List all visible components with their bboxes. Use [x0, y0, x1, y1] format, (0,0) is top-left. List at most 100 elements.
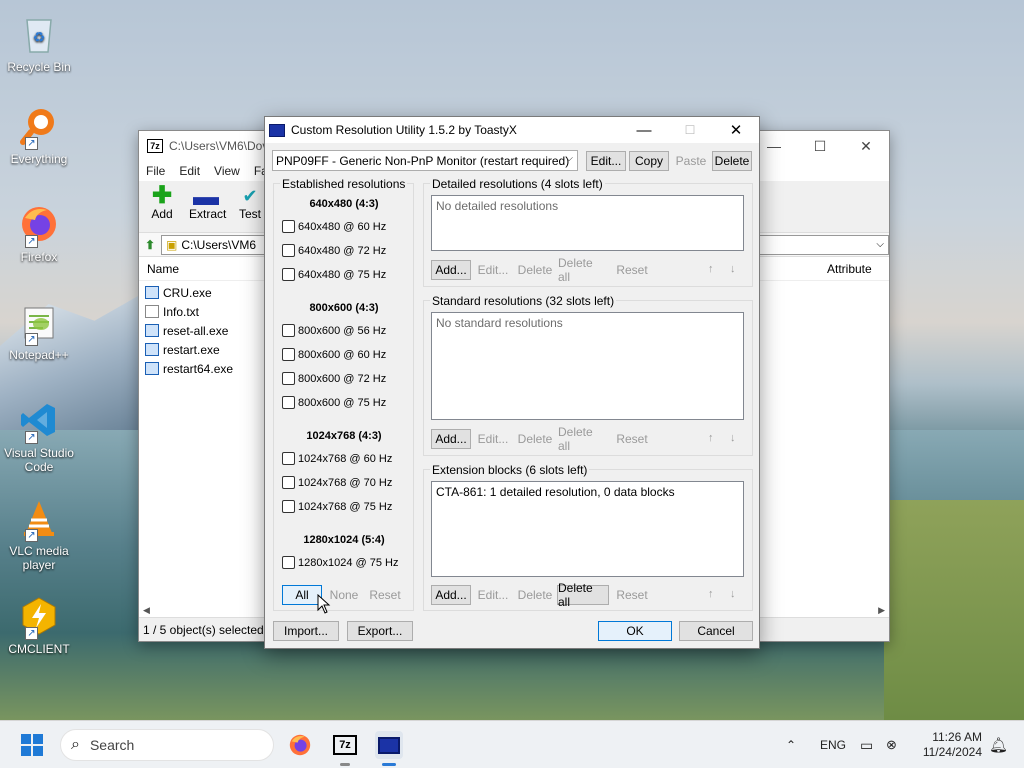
resolution-checkbox[interactable]: 800x600 @ 75 Hz — [282, 396, 386, 409]
monitor-select[interactable]: PNP09FF - Generic Non-PnP Monitor (resta… — [272, 150, 578, 171]
standard-delete-button[interactable]: Delete — [515, 429, 555, 449]
resolution-checkbox[interactable]: 800x600 @ 60 Hz — [282, 348, 386, 361]
close-icon[interactable]: ✕ — [713, 117, 759, 143]
scroll-left-icon[interactable]: ◀ — [143, 605, 150, 616]
detailed-delete-button[interactable]: Delete — [515, 260, 555, 280]
extension-reset-button[interactable]: Reset — [611, 585, 653, 605]
close-icon[interactable]: ✕ — [843, 131, 889, 161]
paste-button[interactable]: Paste — [671, 151, 711, 171]
menu-edit[interactable]: Edit — [179, 164, 200, 178]
taskbar-firefox[interactable] — [286, 731, 314, 759]
extension-move-down-icon[interactable]: ↓ — [730, 588, 736, 600]
folder-up-icon[interactable]: ⬆ — [139, 238, 161, 252]
checkbox-box[interactable] — [282, 372, 295, 385]
checkbox-box[interactable] — [282, 452, 295, 465]
menu-file[interactable]: File — [146, 164, 165, 178]
extract-button[interactable]: ▬ Extract — [189, 181, 227, 232]
detailed-edit-button[interactable]: Edit... — [473, 260, 513, 280]
checkbox-box[interactable] — [282, 348, 295, 361]
detailed-reset-button[interactable]: Reset — [611, 260, 653, 280]
import-button[interactable]: Import... — [273, 621, 339, 641]
notification-bell-icon[interactable]: 🔔︎ — [989, 721, 1008, 768]
desktop-icon-recycle-bin[interactable]: ♻ Recycle Bin — [4, 12, 74, 74]
copy-button[interactable]: Copy — [629, 151, 669, 171]
standard-move-down-icon[interactable]: ↓ — [730, 432, 736, 444]
standard-add-button[interactable]: Add... — [431, 429, 471, 449]
resolution-checkbox[interactable]: 640x480 @ 72 Hz — [282, 244, 386, 257]
scroll-right-icon[interactable]: ▶ — [878, 605, 885, 616]
standard-reset-button[interactable]: Reset — [611, 429, 653, 449]
checkbox-box[interactable] — [282, 220, 295, 233]
extension-move-up-icon[interactable]: ↑ — [708, 588, 714, 600]
select-all-button[interactable]: All — [282, 585, 322, 605]
extract-label: Extract — [189, 207, 227, 221]
chevron-down-icon[interactable]: ⌵ — [876, 239, 884, 250]
tray-overflow-icon[interactable]: ⌃ — [786, 721, 796, 768]
resolution-checkbox[interactable]: 1024x768 @ 75 Hz — [282, 500, 392, 513]
extension-item[interactable]: CTA-861: 1 detailed resolution, 0 data b… — [436, 485, 675, 499]
resolution-checkbox[interactable]: 1280x1024 @ 75 Hz — [282, 556, 398, 569]
extension-add-button[interactable]: Add... — [431, 585, 471, 605]
detailed-delete-all-button[interactable]: Delete all — [557, 256, 609, 284]
checkbox-box[interactable] — [282, 556, 295, 569]
resolution-checkbox[interactable]: 1024x768 @ 70 Hz — [282, 476, 392, 489]
delete-monitor-button[interactable]: Delete — [712, 151, 752, 171]
desktop-icon-label: Recycle Bin — [7, 60, 71, 74]
menu-view[interactable]: View — [214, 164, 240, 178]
exe-file-icon — [145, 362, 159, 375]
desktop-icon-everything[interactable]: ↗ Everything — [4, 104, 74, 166]
test-button[interactable]: ✔ Test — [233, 181, 267, 232]
volume-muted-icon[interactable]: ⊗ — [886, 721, 897, 768]
minimize-icon[interactable]: — — [621, 117, 667, 143]
desktop-icon-firefox[interactable]: ↗ Firefox — [4, 202, 74, 264]
resolution-checkbox[interactable]: 800x600 @ 56 Hz — [282, 324, 386, 337]
desktop-icon-vlc[interactable]: ↗ VLC media player — [4, 496, 74, 572]
edit-monitor-button[interactable]: Edit... — [586, 151, 626, 171]
maximize-icon[interactable]: ☐ — [797, 131, 843, 161]
standard-move-up-icon[interactable]: ↑ — [708, 432, 714, 444]
add-button[interactable]: ✚ Add — [145, 181, 179, 232]
resolution-label: 800x600 @ 75 Hz — [298, 396, 387, 409]
checkbox-box[interactable] — [282, 324, 295, 337]
detailed-move-down-icon[interactable]: ↓ — [730, 263, 736, 275]
resolution-checkbox[interactable]: 640x480 @ 75 Hz — [282, 268, 386, 281]
taskbar-cru[interactable] — [375, 731, 403, 766]
clock[interactable]: 11:26 AM 11/24/2024 — [918, 721, 982, 768]
extension-delete-all-button[interactable]: Delete all — [557, 581, 609, 609]
resolution-group-heading: 1024x768 (4:3) — [306, 430, 382, 442]
taskbar-7zip[interactable]: 7z — [331, 731, 359, 766]
extension-list[interactable]: CTA-861: 1 detailed resolution, 0 data b… — [431, 481, 744, 577]
resolution-checkbox[interactable]: 1024x768 @ 60 Hz — [282, 452, 392, 465]
standard-delete-all-button[interactable]: Delete all — [557, 425, 609, 453]
standard-edit-button[interactable]: Edit... — [473, 429, 513, 449]
checkbox-box[interactable] — [282, 244, 295, 257]
detailed-move-up-icon[interactable]: ↑ — [708, 263, 714, 275]
cancel-button[interactable]: Cancel — [679, 621, 753, 641]
network-icon[interactable]: ▭ — [860, 721, 873, 768]
checkbox-box[interactable] — [282, 396, 295, 409]
column-name[interactable]: Name — [147, 262, 179, 276]
extension-delete-button[interactable]: Delete — [515, 585, 555, 605]
checkbox-box[interactable] — [282, 476, 295, 489]
desktop-icon-vscode[interactable]: ↗ Visual Studio Code — [4, 398, 74, 474]
column-attributes[interactable]: Attribute — [827, 262, 889, 276]
detailed-add-button[interactable]: Add... — [431, 260, 471, 280]
standard-list[interactable]: No standard resolutions — [431, 312, 744, 420]
export-button[interactable]: Export... — [347, 621, 413, 641]
ok-button[interactable]: OK — [598, 621, 672, 641]
cru-dialog[interactable]: Custom Resolution Utility 1.5.2 by Toast… — [264, 116, 760, 649]
running-indicator — [340, 763, 350, 766]
language-indicator[interactable]: ENG — [820, 721, 846, 768]
extension-edit-button[interactable]: Edit... — [473, 585, 513, 605]
exe-file-icon — [145, 286, 159, 299]
desktop-icon-cmclient[interactable]: ↗ CMCLIENT — [4, 594, 74, 656]
taskbar-search[interactable]: ⌕ Search — [60, 729, 274, 761]
checkbox-box[interactable] — [282, 500, 295, 513]
reset-established-button[interactable]: Reset — [365, 585, 405, 605]
checkbox-box[interactable] — [282, 268, 295, 281]
detailed-list[interactable]: No detailed resolutions — [431, 195, 744, 251]
resolution-checkbox[interactable]: 800x600 @ 72 Hz — [282, 372, 386, 385]
start-button[interactable] — [21, 734, 43, 756]
desktop-icon-notepadpp[interactable]: ↗ Notepad++ — [4, 300, 74, 362]
resolution-checkbox[interactable]: 640x480 @ 60 Hz — [282, 220, 386, 233]
